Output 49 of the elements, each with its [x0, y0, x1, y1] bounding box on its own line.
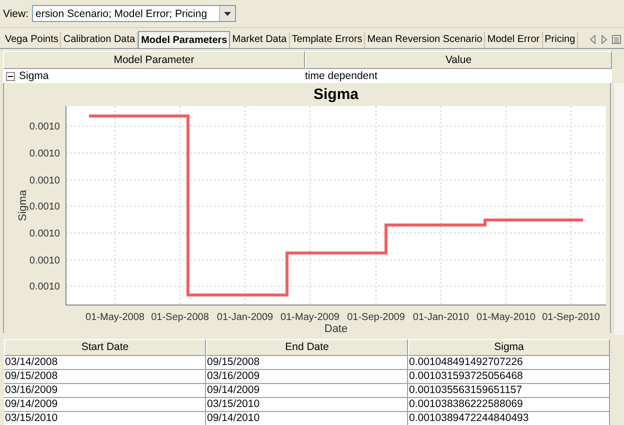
table-cell: 09/15/2008 [206, 356, 408, 370]
x-tick-label: 01-Jan-2009 [216, 312, 274, 323]
x-tick-label: 01-Sep-2009 [347, 312, 405, 323]
tab[interactable]: Mean Reversion Scenario [365, 32, 486, 48]
table-cell: 09/15/2008 [4, 370, 206, 384]
table-cell: 03/15/2010 [4, 412, 206, 425]
column-header[interactable]: Model Parameter [3, 51, 305, 69]
parameter-value: time dependent [305, 69, 378, 83]
table-cell: 03/16/2009 [206, 370, 408, 384]
x-tick-label: 01-May-2009 [280, 312, 340, 323]
table-cell: 09/14/2009 [4, 398, 206, 412]
column-header[interactable]: Start Date [4, 339, 206, 356]
table-cell: 03/16/2009 [4, 384, 206, 398]
table-cell: 0.0010389472244840493 [408, 412, 610, 425]
x-tick-label: 01-May-2008 [86, 312, 144, 323]
table-cell: 0.001038386222588069 [408, 398, 610, 412]
y-tick-label: 0.0010 [29, 148, 60, 160]
parameter-name: Sigma [19, 69, 49, 83]
table-cell: 0.001048491492707226 [408, 356, 610, 370]
table-cell: 0.001035563159651157 [408, 384, 610, 398]
y-tick-label: 0.0010 [29, 256, 60, 266]
table-cell: 03/15/2010 [206, 398, 408, 412]
x-tick-label: 01-Sep-2010 [542, 312, 600, 323]
tab[interactable]: Model Error [485, 32, 543, 48]
tab[interactable]: Pricing [542, 32, 578, 48]
y-tick-label: 0.0010 [29, 202, 60, 212]
table-cell: 09/14/2010 [206, 412, 408, 425]
tab[interactable]: Template Errors [290, 32, 366, 48]
view-label: View: [3, 8, 28, 20]
y-tick-label: 0.0010 [29, 122, 60, 132]
tab[interactable]: Model Parameters [138, 31, 230, 48]
y-tick-label: 0.0010 [29, 282, 60, 292]
table-cell: 0.001031593725056468 [408, 370, 610, 384]
x-tick-label: 01-Sep-2008 [151, 312, 209, 323]
column-header[interactable]: Sigma [408, 339, 610, 356]
column-header[interactable]: End Date [206, 339, 408, 356]
column-header[interactable]: Value [305, 51, 612, 69]
tab[interactable]: Vega Points [3, 32, 62, 48]
x-axis-title: Date [324, 323, 348, 333]
chart-title: Sigma [314, 86, 358, 103]
x-tick-label: 01-May-2010 [476, 312, 536, 323]
y-axis-title: Sigma [17, 190, 29, 222]
x-tick-label: 01-Jan-2010 [412, 312, 470, 323]
y-tick-label: 0.0010 [29, 228, 60, 240]
view-dropdown[interactable]: ersion Scenario; Model Error; Pricing [32, 5, 236, 22]
table-cell: 09/14/2009 [206, 384, 408, 398]
table-cell: 03/14/2008 [4, 356, 206, 370]
tab[interactable]: Market Data [230, 32, 290, 48]
y-tick-label: 0.0010 [29, 176, 60, 186]
